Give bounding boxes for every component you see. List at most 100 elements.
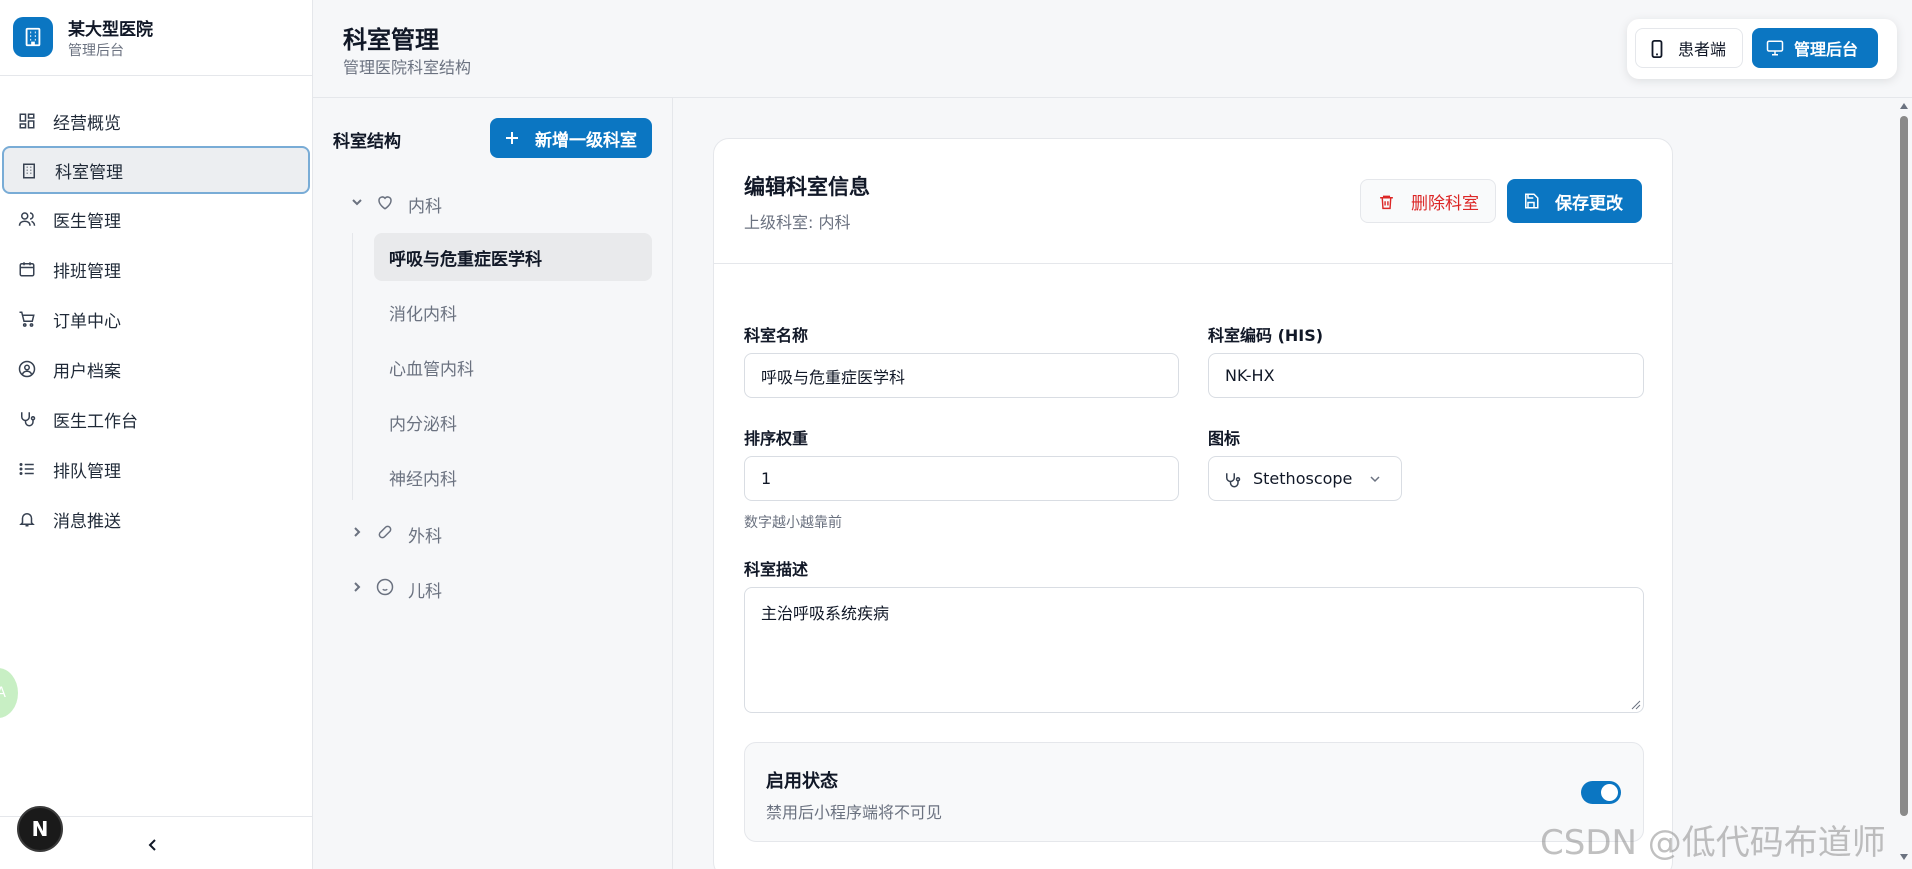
tree-child-cardio[interactable]: 心血管内科 bbox=[374, 343, 652, 391]
tree-node-internal[interactable]: 内科 bbox=[313, 184, 673, 220]
card-header: 编辑科室信息 上级科室: 内科 删除科室 保存更改 bbox=[714, 139, 1672, 264]
brand: 某大型医院 管理后台 bbox=[0, 0, 312, 76]
hospital-logo-icon bbox=[13, 17, 53, 57]
page-header: 科室管理 管理医院科室结构 患者端 管理后台 bbox=[313, 0, 1912, 98]
sidebar-item-departments[interactable]: 科室管理 bbox=[2, 146, 310, 194]
collapse-sidebar-button[interactable] bbox=[143, 835, 163, 855]
watermark: CSDN @低代码布道师 bbox=[1540, 823, 1886, 863]
admin-portal-label: 管理后台 bbox=[1794, 40, 1859, 59]
enabled-toggle[interactable] bbox=[1581, 781, 1621, 804]
sidebar-item-queue[interactable]: 排队管理 bbox=[0, 444, 312, 494]
stethoscope-icon bbox=[1226, 473, 1241, 488]
save-changes-label: 保存更改 bbox=[1555, 193, 1623, 214]
tree-node-surgery[interactable]: 外科 bbox=[313, 514, 673, 550]
sidebar-item-label: 排班管理 bbox=[53, 261, 121, 282]
user-circle-icon bbox=[18, 360, 36, 378]
delete-department-label: 删除科室 bbox=[1411, 193, 1479, 214]
department-code-input[interactable]: NK-HX bbox=[1208, 353, 1644, 398]
tree-node-label: 内科 bbox=[408, 197, 442, 217]
chevron-left-icon bbox=[148, 839, 156, 851]
stethoscope-icon bbox=[21, 412, 36, 427]
baby-icon bbox=[376, 578, 394, 596]
sidebar-item-doctors[interactable]: 医生管理 bbox=[0, 194, 312, 244]
tree-node-pediatrics[interactable]: 儿科 bbox=[313, 569, 673, 605]
save-changes-button[interactable]: 保存更改 bbox=[1507, 179, 1642, 223]
sidebar-item-schedule[interactable]: 排班管理 bbox=[0, 244, 312, 294]
name-label: 科室名称 bbox=[744, 326, 809, 345]
sidebar-item-notifications[interactable]: 消息推送 bbox=[0, 494, 312, 544]
calendar-icon bbox=[19, 262, 35, 277]
sidebar-item-overview[interactable]: 经营概览 bbox=[0, 96, 312, 146]
sidebar-item-label: 科室管理 bbox=[55, 162, 123, 183]
plus-icon bbox=[506, 132, 518, 144]
department-name-input[interactable]: 呼吸与危重症医学科 bbox=[744, 353, 1179, 398]
brand-subtitle: 管理后台 bbox=[68, 43, 124, 59]
sidebar-item-label: 消息推送 bbox=[53, 511, 121, 532]
page-subtitle: 管理医院科室结构 bbox=[343, 58, 472, 77]
sidebar: 某大型医院 管理后台 经营概览 科室管理 医生管理 排班管理 订单中心 用户档案… bbox=[0, 0, 313, 869]
users-icon bbox=[18, 212, 36, 226]
description-textarea[interactable]: 主治呼吸系统疾病 bbox=[744, 587, 1644, 713]
dashboard-icon bbox=[19, 113, 35, 129]
tree-guide-line bbox=[352, 233, 353, 500]
code-label: 科室编码 (HIS) bbox=[1208, 326, 1324, 345]
add-root-department-label: 新增一级科室 bbox=[535, 130, 637, 151]
cart-icon bbox=[19, 311, 35, 327]
tree-node-label: 外科 bbox=[408, 527, 442, 547]
sidebar-item-label: 用户档案 bbox=[53, 361, 121, 382]
sidebar-item-label: 医生工作台 bbox=[53, 411, 138, 432]
tree-child-respiratory[interactable]: 呼吸与危重症医学科 bbox=[374, 233, 652, 281]
status-section: 启用状态 禁用后小程序端将不可见 bbox=[744, 742, 1644, 842]
main-content: 编辑科室信息 上级科室: 内科 删除科室 保存更改 科室名称 呼吸与危重症医学科… bbox=[673, 98, 1897, 869]
building-icon bbox=[23, 163, 35, 179]
save-icon bbox=[1525, 193, 1539, 209]
scrollbar-thumb[interactable] bbox=[1900, 116, 1908, 816]
tree-child-neuro[interactable]: 神经内科 bbox=[374, 453, 652, 501]
department-tree-panel: 科室结构 新增一级科室 内科 呼吸与危重症医学科 消化内科 心血管内科 内分泌科… bbox=[313, 98, 673, 869]
sort-weight-hint: 数字越小越靠前 bbox=[744, 515, 842, 531]
toggle-knob bbox=[1601, 784, 1618, 801]
heart-icon bbox=[378, 196, 392, 210]
chevron-down-icon[interactable] bbox=[351, 196, 363, 208]
sidebar-item-orders[interactable]: 订单中心 bbox=[0, 294, 312, 344]
tree-node-label: 儿科 bbox=[408, 582, 442, 602]
sort-weight-input[interactable]: 1 bbox=[744, 456, 1179, 501]
main-scrollbar[interactable] bbox=[1897, 98, 1912, 869]
icon-label: 图标 bbox=[1208, 429, 1241, 448]
dev-tools-badge[interactable]: N bbox=[17, 806, 63, 852]
order-label: 排序权重 bbox=[744, 429, 809, 448]
parent-department-text: 上级科室: 内科 bbox=[744, 213, 851, 232]
description-label: 科室描述 bbox=[744, 560, 809, 579]
scroll-up-arrow-icon[interactable] bbox=[1899, 102, 1909, 110]
card-title: 编辑科室信息 bbox=[744, 175, 870, 199]
resize-handle-icon[interactable] bbox=[1631, 700, 1641, 710]
brand-title: 某大型医院 bbox=[68, 20, 153, 40]
patient-portal-button[interactable]: 患者端 bbox=[1635, 28, 1743, 68]
tree-title: 科室结构 bbox=[333, 132, 401, 152]
sidebar-item-users[interactable]: 用户档案 bbox=[0, 344, 312, 394]
sidebar-item-doctor-workbench[interactable]: 医生工作台 bbox=[0, 394, 312, 444]
delete-department-button[interactable]: 删除科室 bbox=[1360, 179, 1496, 223]
bandage-icon bbox=[378, 525, 392, 539]
icon-select[interactable]: Stethoscope bbox=[1208, 456, 1402, 501]
app-root: 某大型医院 管理后台 经营概览 科室管理 医生管理 排班管理 订单中心 用户档案… bbox=[0, 0, 1912, 869]
sidebar-item-label: 经营概览 bbox=[53, 113, 121, 134]
chevron-right-icon[interactable] bbox=[351, 581, 363, 593]
dev-tools-badge-letter: N bbox=[31, 817, 49, 841]
scroll-down-arrow-icon[interactable] bbox=[1899, 853, 1909, 861]
chevron-right-icon[interactable] bbox=[351, 526, 363, 538]
page-title: 科室管理 bbox=[343, 26, 439, 54]
phone-icon bbox=[1651, 40, 1663, 58]
tree-child-endocrine[interactable]: 内分泌科 bbox=[374, 398, 652, 446]
department-edit-card: 编辑科室信息 上级科室: 内科 删除科室 保存更改 科室名称 呼吸与危重症医学科… bbox=[713, 138, 1673, 869]
monitor-icon bbox=[1766, 40, 1784, 56]
admin-portal-button[interactable]: 管理后台 bbox=[1752, 28, 1878, 68]
portal-switcher: 患者端 管理后台 bbox=[1627, 19, 1897, 79]
add-root-department-button[interactable]: 新增一级科室 bbox=[490, 118, 652, 158]
bell-icon bbox=[19, 513, 35, 527]
sidebar-nav: 经营概览 科室管理 医生管理 排班管理 订单中心 用户档案 医生工作台 排队管理… bbox=[0, 96, 312, 544]
tree-child-gastro[interactable]: 消化内科 bbox=[374, 288, 652, 336]
chevron-down-icon bbox=[1370, 476, 1380, 483]
sidebar-item-label: 医生管理 bbox=[53, 211, 121, 232]
list-icon bbox=[19, 463, 34, 475]
